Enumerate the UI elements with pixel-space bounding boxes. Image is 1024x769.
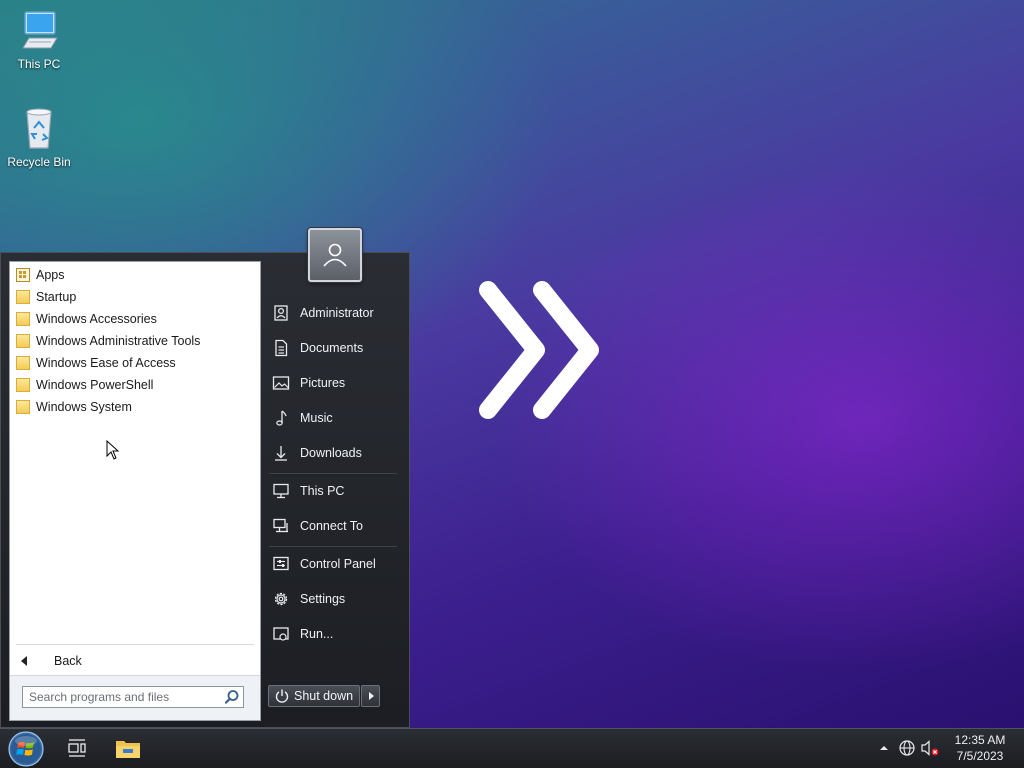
program-label: Apps: [36, 268, 65, 282]
program-windows-powershell[interactable]: Windows PowerShell: [14, 374, 254, 396]
windows-logo-icon: [8, 731, 44, 767]
desktop-icon-label: This PC: [17, 57, 61, 71]
menu-item-label: This PC: [300, 484, 345, 498]
picture-icon: [272, 376, 290, 390]
double-chevron-right-icon: [479, 281, 599, 419]
start-menu: Apps Startup Windows Accessories Windows…: [0, 252, 410, 728]
folder-icon: [16, 334, 30, 348]
divider: [269, 546, 397, 547]
back-button[interactable]: Back: [18, 650, 248, 672]
back-label: Back: [54, 654, 82, 668]
programs-pane: Apps Startup Windows Accessories Windows…: [9, 261, 261, 721]
folder-icon: [16, 290, 30, 304]
control-panel-icon: [273, 556, 289, 571]
program-apps[interactable]: Apps: [14, 264, 254, 286]
menu-item-run[interactable]: Run...: [269, 620, 399, 648]
search-icon[interactable]: [223, 688, 241, 706]
program-label: Windows Ease of Access: [36, 356, 176, 370]
run-icon: [273, 627, 289, 641]
menu-item-label: Administrator: [300, 306, 374, 320]
menu-item-connect-to[interactable]: Connect To: [269, 512, 399, 540]
clock-time: 12:35 AM: [954, 733, 1006, 747]
search-box: [22, 686, 244, 708]
task-view-icon[interactable]: [64, 737, 90, 759]
volume-muted-icon[interactable]: [920, 739, 940, 757]
program-label: Windows System: [36, 400, 132, 414]
apps-icon: [16, 268, 30, 282]
clock[interactable]: 12:35 AM 7/5/2023: [944, 732, 1016, 764]
menu-item-music[interactable]: Music: [269, 404, 399, 432]
search-input[interactable]: [23, 690, 223, 704]
music-icon: [276, 410, 287, 426]
file-explorer-icon[interactable]: [114, 735, 142, 761]
menu-item-settings[interactable]: Settings: [269, 585, 399, 613]
back-arrow-icon: [21, 656, 27, 666]
document-icon: [275, 339, 288, 357]
menu-item-downloads[interactable]: Downloads: [269, 439, 399, 467]
system-tray: 12:35 AM 7/5/2023: [874, 729, 1024, 769]
computer-icon: [273, 483, 289, 499]
program-windows-ease-of-access[interactable]: Windows Ease of Access: [14, 352, 254, 374]
menu-item-control-panel[interactable]: Control Panel: [269, 550, 399, 578]
menu-item-pictures[interactable]: Pictures: [269, 369, 399, 397]
menu-item-label: Settings: [300, 592, 346, 606]
connect-icon: [273, 518, 288, 533]
program-startup[interactable]: Startup: [14, 286, 254, 308]
desktop-icon-label: Recycle Bin: [7, 155, 71, 169]
download-icon: [275, 446, 287, 461]
program-label: Windows PowerShell: [36, 378, 154, 392]
shutdown-button[interactable]: Shut down: [268, 685, 360, 707]
program-windows-administrative-tools[interactable]: Windows Administrative Tools: [14, 330, 254, 352]
folder-icon: [16, 356, 30, 370]
computer-icon: [22, 11, 58, 49]
menu-item-label: Downloads: [300, 446, 362, 460]
desktop-icon-this-pc[interactable]: This PC: [1, 8, 77, 71]
user-avatar[interactable]: [308, 228, 362, 282]
menu-item-label: Run...: [300, 627, 334, 641]
start-button[interactable]: [6, 730, 46, 768]
folder-icon: [16, 312, 30, 326]
program-windows-accessories[interactable]: Windows Accessories: [14, 308, 254, 330]
folder-icon: [16, 378, 30, 392]
recycle-bin-icon: [26, 108, 52, 149]
folder-icon: [16, 400, 30, 414]
user-icon: [323, 243, 347, 267]
menu-item-label: Music: [300, 411, 333, 425]
menu-item-label: Documents: [300, 341, 364, 355]
search-area: [10, 675, 260, 720]
shutdown-options-button[interactable]: [361, 685, 380, 707]
menu-item-documents[interactable]: Documents: [269, 334, 399, 362]
program-windows-system[interactable]: Windows System: [14, 396, 254, 418]
program-label: Windows Accessories: [36, 312, 157, 326]
menu-item-label: Control Panel: [300, 557, 376, 571]
divider: [269, 473, 397, 474]
program-label: Startup: [36, 290, 77, 304]
taskbar: 12:35 AM 7/5/2023: [0, 728, 1024, 768]
arrow-right-icon: [368, 692, 374, 700]
desktop-icon-recycle-bin[interactable]: Recycle Bin: [1, 106, 77, 169]
clock-date: 7/5/2023: [956, 749, 1004, 763]
network-globe-icon[interactable]: [898, 739, 916, 757]
shutdown-label: Shut down: [294, 689, 354, 703]
program-label: Windows Administrative Tools: [36, 334, 201, 348]
mouse-cursor-icon: [106, 440, 120, 460]
divider: [16, 644, 254, 645]
menu-item-label: Pictures: [300, 376, 346, 390]
menu-item-administrator[interactable]: Administrator: [269, 299, 399, 327]
menu-item-label: Connect To: [300, 519, 364, 533]
menu-item-this-pc[interactable]: This PC: [269, 477, 399, 505]
chevron-up-icon[interactable]: [878, 742, 890, 754]
user-icon: [274, 305, 288, 321]
power-icon: [275, 689, 289, 703]
gear-icon: [274, 592, 288, 606]
